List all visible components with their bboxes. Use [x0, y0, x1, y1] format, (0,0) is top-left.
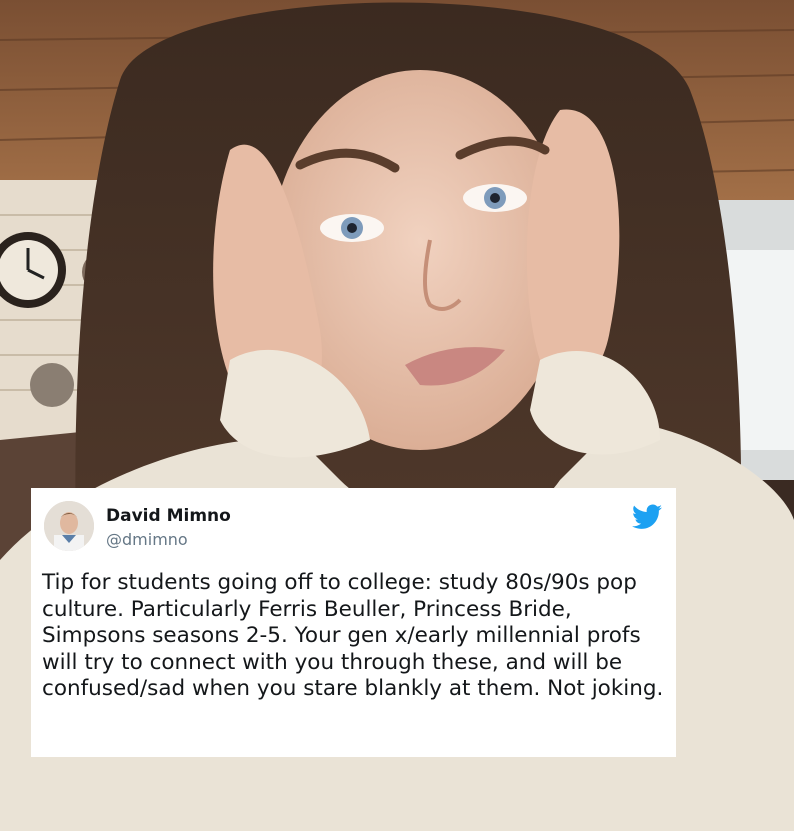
display-name[interactable]: David Mimno [106, 506, 231, 526]
tweet-text: Tip for students going off to college: s… [42, 570, 664, 701]
user-handle[interactable]: @dmimno [106, 530, 188, 549]
avatar-photo [44, 501, 94, 551]
avatar[interactable] [44, 501, 94, 551]
tweet-card[interactable]: David Mimno @dmimno Tip for students goi… [31, 488, 676, 757]
twitter-bird-icon [632, 504, 662, 529]
background-photo: David Mimno @dmimno Tip for students goi… [0, 0, 794, 831]
